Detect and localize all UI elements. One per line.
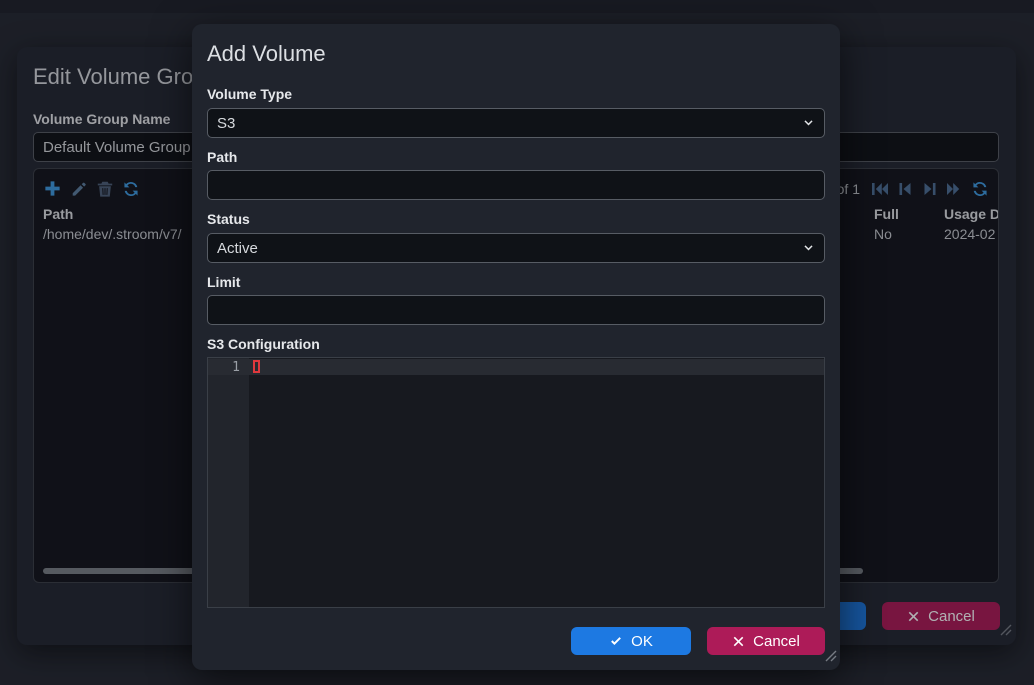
modal-title: Add Volume <box>207 41 326 67</box>
volume-type-select[interactable]: S3 <box>207 108 825 138</box>
status-label: Status <box>207 211 825 227</box>
modal-cancel-button[interactable]: Cancel <box>707 627 825 655</box>
x-icon <box>732 635 745 648</box>
editor-cursor <box>253 360 260 373</box>
add-volume-modal: Add Volume Volume Type S3 Path Status Ac… <box>192 24 840 670</box>
s3-configuration-label: S3 Configuration <box>207 336 825 352</box>
volume-type-value: S3 <box>217 115 235 132</box>
volume-type-label: Volume Type <box>207 86 825 102</box>
chevron-down-icon <box>802 242 815 259</box>
status-select[interactable]: Active <box>207 233 825 263</box>
s3-config-editor[interactable]: 1 <box>207 357 825 608</box>
modal-ok-label: OK <box>631 633 653 650</box>
path-input[interactable] <box>207 170 825 200</box>
editor-line-number: 1 <box>208 360 249 375</box>
editor-active-line <box>208 359 824 375</box>
editor-gutter <box>208 358 249 607</box>
limit-label: Limit <box>207 274 825 290</box>
status-value: Active <box>217 240 258 257</box>
limit-input[interactable] <box>207 295 825 325</box>
chevron-down-icon <box>802 117 815 134</box>
check-icon <box>609 634 623 648</box>
modal-ok-button[interactable]: OK <box>571 627 691 655</box>
path-label: Path <box>207 149 825 165</box>
resize-handle-icon[interactable] <box>825 649 837 667</box>
modal-cancel-label: Cancel <box>753 633 800 650</box>
